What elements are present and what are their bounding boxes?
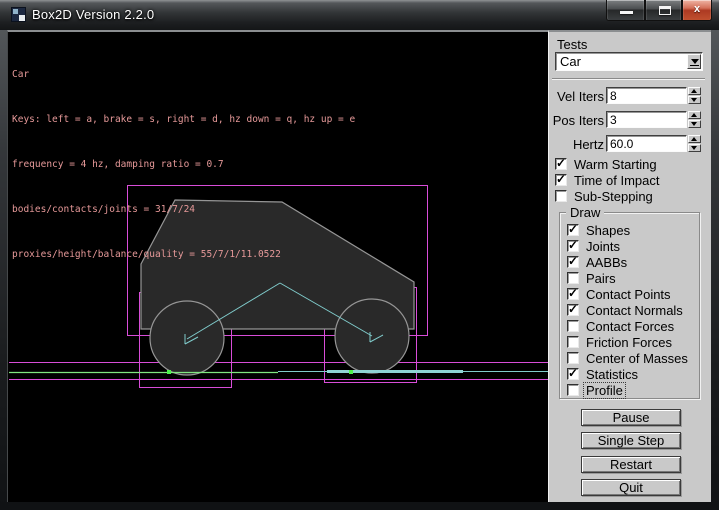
spinner-down-icon[interactable] xyxy=(688,120,701,128)
check-icon: ✓ xyxy=(568,254,578,268)
check-icon: ✓ xyxy=(568,222,578,236)
checkbox-box[interactable]: ✓ xyxy=(567,240,579,252)
checkbox-box[interactable]: ✓ xyxy=(567,336,579,348)
stat-line-keys: Keys: left = a, brake = s, right = d, hz… xyxy=(12,112,355,127)
check-icon: ✓ xyxy=(568,366,578,380)
hertz-input[interactable] xyxy=(606,135,687,152)
checkbox-box[interactable]: ✓ xyxy=(567,288,579,300)
stat-line-counts: bodies/contacts/joints = 31/7/24 xyxy=(12,202,355,217)
checkbox-box[interactable]: ✓ xyxy=(555,190,567,202)
maximize-button[interactable] xyxy=(645,0,682,21)
check-icon: ✓ xyxy=(568,302,578,316)
contact-point-left xyxy=(167,370,171,374)
checkbox-box[interactable]: ✓ xyxy=(567,224,579,236)
stat-line-title: Car xyxy=(12,67,355,82)
contact-point-right xyxy=(349,370,353,374)
tests-dropdown[interactable]: Car xyxy=(555,52,703,71)
pos-iters-stepper[interactable] xyxy=(688,111,701,128)
vel-iters-label: Vel Iters xyxy=(549,89,604,104)
wheel-left-shape[interactable] xyxy=(150,301,224,375)
pos-iters-input[interactable] xyxy=(606,111,687,128)
tests-label: Tests xyxy=(557,37,587,52)
close-button[interactable]: x xyxy=(682,0,712,21)
chevron-down-icon xyxy=(691,59,699,64)
checkbox-box[interactable]: ✓ xyxy=(555,174,567,186)
titlebar[interactable]: Box2D Version 2.2.0 x xyxy=(0,0,719,30)
pos-iters-label: Pos Iters xyxy=(549,113,604,128)
minimize-button[interactable] xyxy=(606,0,645,21)
vel-iters-input[interactable] xyxy=(606,87,687,104)
app-window: Box2D Version 2.2.0 x xyxy=(0,0,719,510)
quit-button[interactable]: Quit xyxy=(581,479,681,496)
control-panel: Tests Car Vel Iters Pos Iters xyxy=(548,30,711,502)
check-icon: ✓ xyxy=(568,286,578,300)
pause-button[interactable]: Pause xyxy=(581,409,681,426)
checkbox-box[interactable]: ✓ xyxy=(567,384,579,396)
simulation-viewport[interactable]: Car Keys: left = a, brake = s, right = d… xyxy=(7,30,548,502)
check-icon: ✓ xyxy=(556,156,566,170)
tests-dropdown-value: Car xyxy=(560,54,581,69)
checkbox-box[interactable]: ✓ xyxy=(567,352,579,364)
stats-text: Car Keys: left = a, brake = s, right = d… xyxy=(12,37,355,292)
stat-line-proxies: proxies/height/balance/quality = 55/7/1/… xyxy=(12,247,355,262)
stat-line-frequency: frequency = 4 hz, damping ratio = 0.7 xyxy=(12,157,355,172)
spinner-up-icon[interactable] xyxy=(688,135,701,143)
teeter-plank-line xyxy=(327,370,463,373)
checkbox-box[interactable]: ✓ xyxy=(567,256,579,268)
spinner-up-icon[interactable] xyxy=(688,87,701,95)
hertz-label: Hertz xyxy=(549,137,604,152)
app-icon xyxy=(11,7,26,22)
hertz-stepper[interactable] xyxy=(688,135,701,152)
tests-dropdown-arrow-button[interactable] xyxy=(687,54,701,69)
checkbox-box[interactable]: ✓ xyxy=(567,320,579,332)
checkbox-box[interactable]: ✓ xyxy=(567,368,579,380)
hertz-row: Hertz xyxy=(549,135,712,152)
vel-iters-row: Vel Iters xyxy=(549,87,712,104)
vel-iters-stepper[interactable] xyxy=(688,87,701,104)
minimize-icon xyxy=(620,11,633,14)
checkbox-box[interactable]: ✓ xyxy=(567,304,579,316)
separator xyxy=(552,78,705,80)
single-step-button[interactable]: Single Step xyxy=(581,432,681,449)
checkbox-box[interactable]: ✓ xyxy=(555,158,567,170)
check-icon: ✓ xyxy=(568,238,578,252)
spinner-up-icon[interactable] xyxy=(688,111,701,119)
check-icon: ✓ xyxy=(556,172,566,186)
window-title: Box2D Version 2.2.0 xyxy=(32,7,154,22)
close-icon: x xyxy=(683,3,711,15)
maximize-icon xyxy=(659,6,671,15)
draw-group-title: Draw xyxy=(566,205,604,220)
restart-button[interactable]: Restart xyxy=(581,456,681,473)
pos-iters-row: Pos Iters xyxy=(549,111,712,128)
spinner-down-icon[interactable] xyxy=(688,96,701,104)
checkbox-box[interactable]: ✓ xyxy=(567,272,579,284)
spinner-down-icon[interactable] xyxy=(688,144,701,152)
